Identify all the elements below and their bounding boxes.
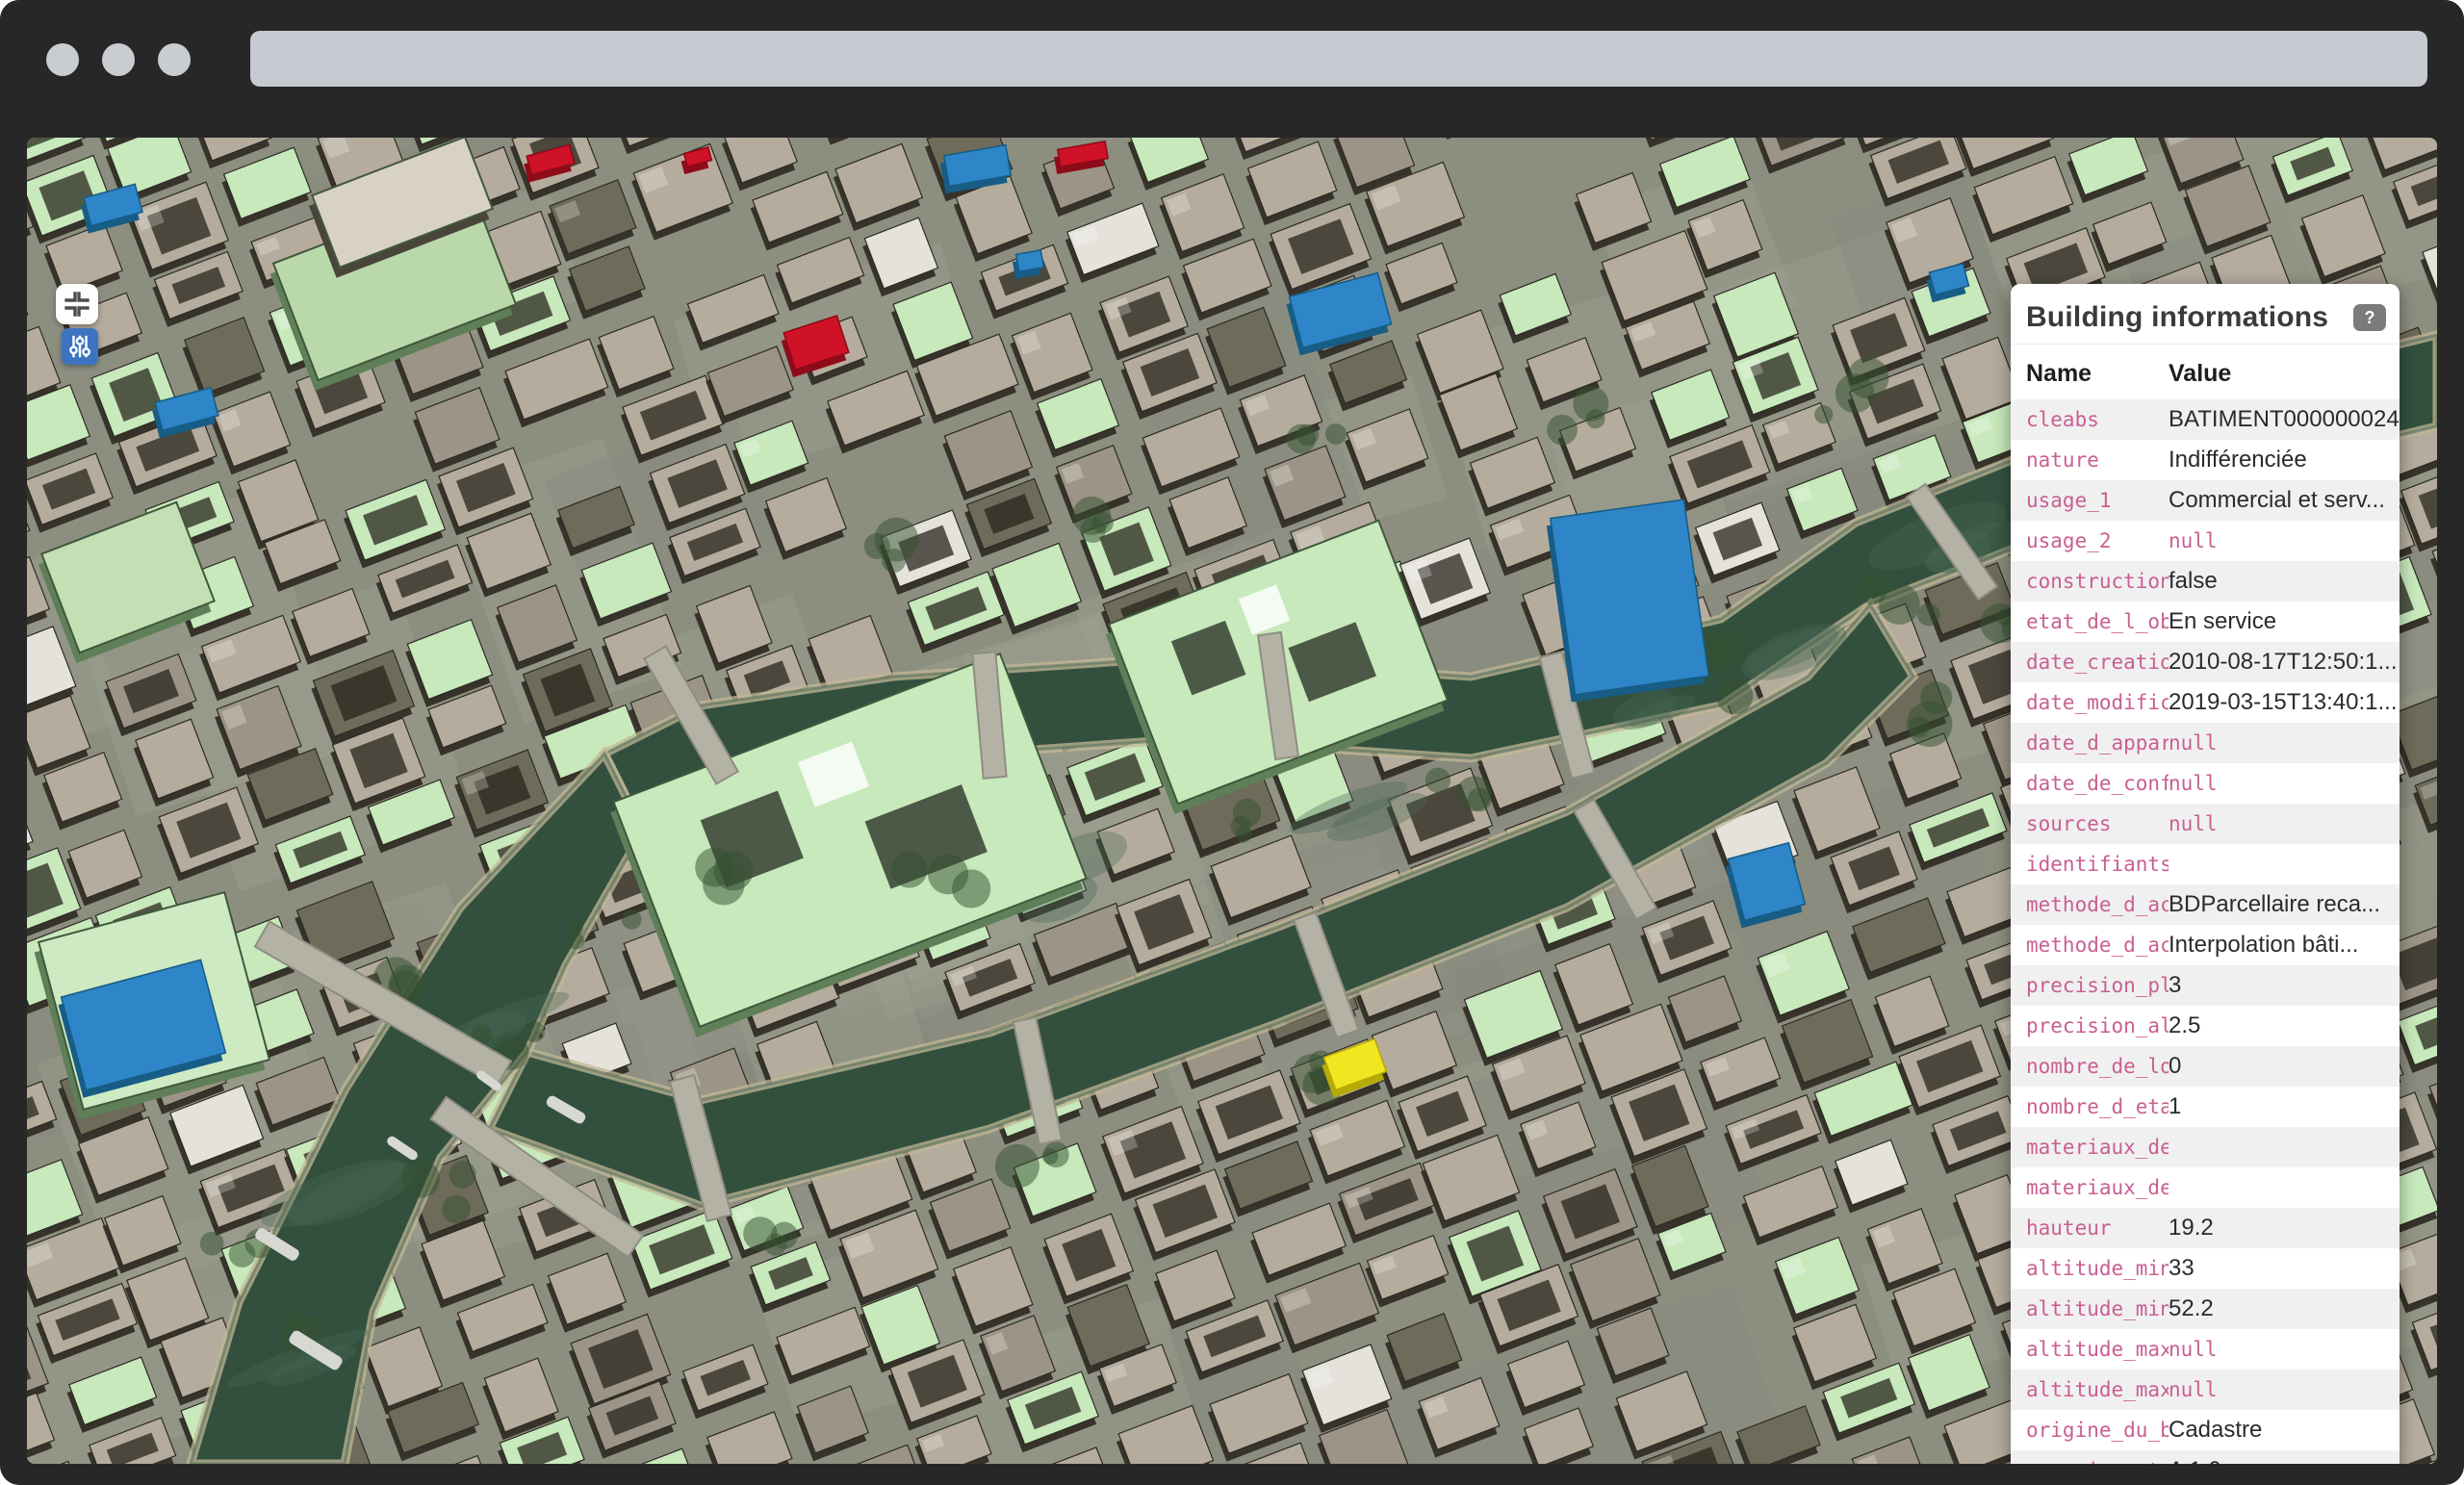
property-name: methode_d_ac…: [2026, 934, 2169, 957]
property-name: altitude_min…: [2026, 1297, 2169, 1320]
property-value: 3: [2169, 972, 2189, 999]
property-value: 0: [2169, 1053, 2189, 1080]
table-row: nombre_d_eta…1: [2011, 1087, 2400, 1127]
browser-window: Building informations ? Name Value cleab…: [0, 0, 2464, 1485]
property-value: Cadastre: [2169, 1417, 2270, 1444]
map-viewport: Building informations ? Name Value cleab…: [27, 138, 2437, 1464]
property-name: date_modific…: [2026, 691, 2169, 714]
layer-settings-button[interactable]: [62, 328, 98, 365]
table-row: usage_2null: [2011, 521, 2400, 561]
window-controls: [46, 43, 191, 76]
help-button[interactable]: ?: [2353, 304, 2386, 331]
properties-table: cleabsBATIMENT0000000241...natureIndiffé…: [2011, 399, 2400, 1464]
table-row: origine_du_b…Cadastre: [2011, 1410, 2400, 1450]
property-value: A 1.0: [2169, 1457, 2229, 1464]
property-value: BDParcellaire reca...: [2169, 891, 2388, 918]
property-name: appariement_…: [2026, 1459, 2169, 1464]
property-name: nature: [2026, 448, 2169, 472]
property-value: 33: [2169, 1255, 2202, 1282]
table-row: appariement_…A 1.0: [2011, 1450, 2400, 1464]
column-header-value: Value: [2169, 360, 2231, 388]
property-name: methode_d_ac…: [2026, 893, 2169, 916]
property-value: null: [2169, 812, 2225, 835]
table-row: altitude_min…52.2: [2011, 1289, 2400, 1329]
property-value: 1: [2169, 1093, 2189, 1120]
property-name: nombre_d_eta…: [2026, 1095, 2169, 1118]
property-name: etat_de_l_ob…: [2026, 610, 2169, 633]
property-name: hauteur: [2026, 1216, 2169, 1240]
table-row: altitude_max…null: [2011, 1370, 2400, 1410]
table-row: identifiants…: [2011, 844, 2400, 884]
property-value: null: [2169, 772, 2225, 795]
property-name: date_de_conf…: [2026, 772, 2169, 795]
property-name: usage_2: [2026, 529, 2169, 552]
table-row: hauteur19.2: [2011, 1208, 2400, 1248]
property-name: usage_1: [2026, 489, 2169, 512]
browser-chrome: [0, 0, 2464, 138]
window-minimize-button[interactable]: [102, 43, 135, 76]
table-row: precision_al…2.5: [2011, 1006, 2400, 1046]
table-row: etat_de_l_ob…En service: [2011, 602, 2400, 642]
table-row: sourcesnull: [2011, 804, 2400, 844]
property-name: materiaux_de…: [2026, 1136, 2169, 1159]
address-bar[interactable]: [250, 31, 2427, 87]
property-name: nombre_de_lo…: [2026, 1055, 2169, 1078]
table-row: methode_d_ac…Interpolation bâti...: [2011, 925, 2400, 965]
property-name: origine_du_b…: [2026, 1419, 2169, 1442]
property-name: sources: [2026, 812, 2169, 835]
table-row: usage_1Commercial et serv...: [2011, 480, 2400, 521]
table-row: altitude_max…null: [2011, 1329, 2400, 1370]
property-name: altitude_max…: [2026, 1338, 2169, 1361]
property-name: cleabs: [2026, 408, 2169, 431]
table-row: materiaux_de…: [2011, 1167, 2400, 1208]
property-value: null: [2169, 1338, 2225, 1361]
property-value: false: [2169, 568, 2225, 595]
table-row: cleabsBATIMENT0000000241...: [2011, 399, 2400, 440]
property-name: construction…: [2026, 570, 2169, 593]
table-row: date_creatio…2010-08-17T12:50:1...: [2011, 642, 2400, 682]
table-row: construction…false: [2011, 561, 2400, 602]
table-row: materiaux_de…: [2011, 1127, 2400, 1167]
table-row: natureIndifférenciée: [2011, 440, 2400, 480]
property-value: Indifférenciée: [2169, 447, 2315, 474]
property-name: altitude_max…: [2026, 1378, 2169, 1401]
property-value: 2019-03-15T13:40:1...: [2169, 689, 2400, 716]
center-view-icon: [63, 290, 91, 319]
table-row: methode_d_ac…BDParcellaire reca...: [2011, 884, 2400, 925]
center-view-button[interactable]: [56, 284, 98, 324]
table-row: precision_pl…3: [2011, 965, 2400, 1006]
panel-header: Building informations ?: [2011, 284, 2400, 345]
table-row: date_modific…2019-03-15T13:40:1...: [2011, 682, 2400, 723]
property-name: altitude_min…: [2026, 1257, 2169, 1280]
table-row: date_de_conf…null: [2011, 763, 2400, 804]
layer-sliders-icon: [66, 333, 93, 360]
column-header-name: Name: [2026, 360, 2169, 388]
property-value: null: [2169, 731, 2225, 755]
property-value: 2010-08-17T12:50:1...: [2169, 649, 2400, 676]
building-informations-panel: Building informations ? Name Value cleab…: [2011, 284, 2400, 1464]
table-row: date_d_appar…null: [2011, 723, 2400, 763]
property-name: precision_pl…: [2026, 974, 2169, 997]
property-value: 19.2: [2169, 1215, 2221, 1242]
property-value: En service: [2169, 608, 2284, 635]
property-value: 52.2: [2169, 1295, 2221, 1322]
property-name: date_creatio…: [2026, 651, 2169, 674]
table-row: altitude_min…33: [2011, 1248, 2400, 1289]
panel-title: Building informations: [2026, 301, 2328, 334]
window-close-button[interactable]: [46, 43, 79, 76]
property-value: Commercial et serv...: [2169, 487, 2393, 514]
property-value: null: [2169, 529, 2225, 552]
table-header: Name Value: [2011, 345, 2400, 399]
window-maximize-button[interactable]: [158, 43, 191, 76]
property-name: identifiants…: [2026, 853, 2169, 876]
table-row: nombre_de_lo…0: [2011, 1046, 2400, 1087]
property-value: null: [2169, 1378, 2225, 1401]
property-name: date_d_appar…: [2026, 731, 2169, 755]
property-value: BATIMENT0000000241...: [2169, 406, 2400, 433]
property-name: precision_al…: [2026, 1014, 2169, 1037]
property-value: 2.5: [2169, 1012, 2208, 1039]
property-value: Interpolation bâti...: [2169, 932, 2366, 959]
property-name: materiaux_de…: [2026, 1176, 2169, 1199]
